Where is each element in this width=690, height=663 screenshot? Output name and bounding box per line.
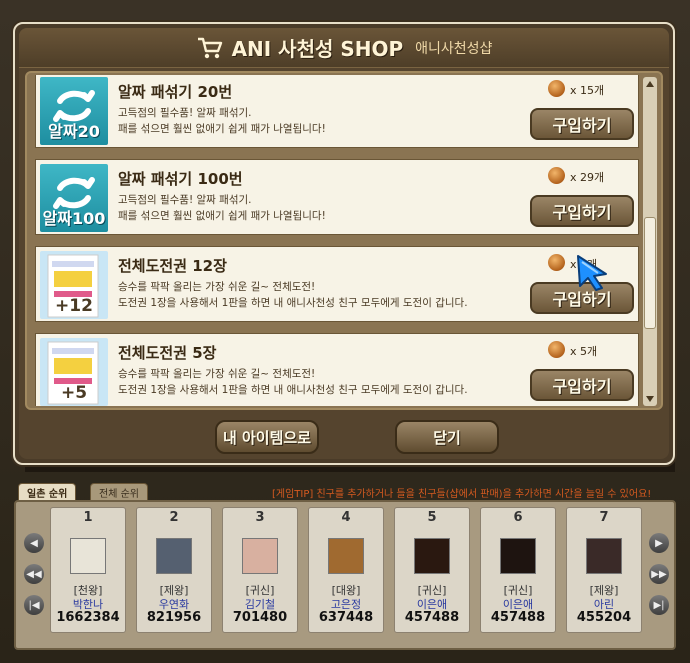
shop-item: +12 전체도전권 12장 승수를 팍팍 올리는 가장 쉬운 길~ 전체도전! … xyxy=(35,246,639,322)
coin-icon xyxy=(548,80,565,97)
item-name: 알짜 패섞기 100번 xyxy=(118,170,243,188)
item-thumbnail-label: +5 xyxy=(60,383,88,403)
pointer-cursor-icon xyxy=(577,255,607,291)
item-thumbnail-label: 알짜20 xyxy=(48,122,100,141)
avatar xyxy=(70,538,106,574)
rank-score: 457488 xyxy=(404,610,460,625)
item-description-line: 승수를 팍팍 올리는 가장 쉬운 길~ 전체도전! xyxy=(118,281,316,293)
rank-number: 7 xyxy=(599,510,609,525)
shop-item: 알짜20 알짜 패섞기 20번 고득점의 필수품! 알짜 패섞기. 패를 섞으면… xyxy=(35,75,639,148)
ranking-card[interactable]: 4 [대왕] 고은정 637448 xyxy=(308,507,384,633)
ranking-card[interactable]: 7 [제왕] 아린 455204 xyxy=(566,507,642,633)
scroll-thumb[interactable] xyxy=(644,217,656,329)
coin-icon xyxy=(548,254,565,271)
item-thumbnail-label: +12 xyxy=(55,296,93,316)
shop-title: ANI 사천성 SHOP xyxy=(231,37,404,61)
item-price: x 15개 xyxy=(570,84,605,97)
ranking-card[interactable]: 1 [천왕] 박한나 1662384 xyxy=(50,507,126,633)
shop-scrollbar[interactable] xyxy=(643,77,657,406)
item-name: 전체도전권 5장 xyxy=(118,344,217,362)
scroll-down-arrow-icon[interactable] xyxy=(646,396,654,402)
cart-icon xyxy=(197,37,222,58)
rank-score: 1662384 xyxy=(56,610,120,625)
my-items-button[interactable]: 내 아이템으로 xyxy=(215,420,319,454)
item-description-line: 도전권 1장을 사용해서 1판을 하면 내 애니사천성 친구 모두에게 도전이 … xyxy=(118,384,468,396)
rank-number: 5 xyxy=(427,510,437,525)
scroll-up-arrow-icon[interactable] xyxy=(646,81,654,87)
item-thumbnail: +5 xyxy=(40,338,108,406)
item-description: 승수를 팍팍 올리는 가장 쉬운 길~ 전체도전! 도전권 1장을 사용해서 1… xyxy=(118,279,468,311)
rewind-arrow-icon[interactable]: ◀◀ xyxy=(24,564,44,584)
shop-title-bar: ANI 사천성 SHOP 애니사천성샵 xyxy=(19,28,669,68)
first-page-icon[interactable]: |◀ xyxy=(24,595,44,615)
buy-button[interactable]: 구입하기 xyxy=(530,195,634,227)
rank-number: 6 xyxy=(513,510,523,525)
shop-item: +5 전체도전권 5장 승수를 팍팍 올리는 가장 쉬운 길~ 전체도전! 도전… xyxy=(35,333,639,406)
buy-button[interactable]: 구입하기 xyxy=(530,369,634,401)
item-name: 알짜 패섞기 20번 xyxy=(118,83,233,101)
shop-subtitle: 애니사천성샵 xyxy=(415,40,493,57)
prev-arrow-icon[interactable]: ◀ xyxy=(24,533,44,553)
avatar xyxy=(156,538,192,574)
tab-all-ranking[interactable]: 전체 순위 xyxy=(90,483,148,501)
item-price: x 29개 xyxy=(570,171,605,184)
item-thumbnail: +12 xyxy=(40,251,108,319)
item-name: 전체도전권 12장 xyxy=(118,257,227,275)
item-description-line: 승수를 팍팍 올리는 가장 쉬운 길~ 전체도전! xyxy=(118,368,316,380)
ranking-card[interactable]: 3 [귀신] 김기철 701480 xyxy=(222,507,298,633)
coin-icon xyxy=(548,167,565,184)
avatar xyxy=(414,538,450,574)
item-description: 고득점의 필수품! 알짜 패섞기. 패를 섞으면 훨씬 없애기 쉽게 패가 나열… xyxy=(118,105,326,137)
avatar xyxy=(328,538,364,574)
rank-score: 455204 xyxy=(576,610,632,625)
rank-number: 2 xyxy=(169,510,179,525)
rank-number: 3 xyxy=(255,510,265,525)
rank-score: 637448 xyxy=(318,610,374,625)
item-description-line: 패를 섞으면 훨씬 없애기 쉽게 패가 나열됩니다! xyxy=(118,210,326,222)
shop-item-list: 알짜20 알짜 패섞기 20번 고득점의 필수품! 알짜 패섞기. 패를 섞으면… xyxy=(35,75,639,406)
item-description-line: 도전권 1장을 사용해서 1판을 하면 내 애니사천성 친구 모두에게 도전이 … xyxy=(118,297,468,309)
ranking-card[interactable]: 2 [제왕] 우연화 821956 xyxy=(136,507,212,633)
rank-number: 4 xyxy=(341,510,351,525)
fast-forward-arrow-icon[interactable]: ▶▶ xyxy=(649,564,669,584)
game-tip-text: [게임TIP] 친구를 추가하거나 들을 친구들(샵에서 판매)을 추가하면 시… xyxy=(272,489,652,500)
item-description: 승수를 팍팍 올리는 가장 쉬운 길~ 전체도전! 도전권 1장을 사용해서 1… xyxy=(118,366,468,398)
buy-button[interactable]: 구입하기 xyxy=(530,108,634,140)
rank-number: 1 xyxy=(83,510,93,525)
rank-score: 821956 xyxy=(146,610,202,625)
ranking-card[interactable]: 5 [귀신] 이은애 457488 xyxy=(394,507,470,633)
rank-score: 457488 xyxy=(490,610,546,625)
rank-score: 701480 xyxy=(232,610,288,625)
next-arrow-icon[interactable]: ▶ xyxy=(649,533,669,553)
last-page-icon[interactable]: ▶| xyxy=(649,595,669,615)
item-description-line: 고득점의 필수품! 알짜 패섞기. xyxy=(118,107,252,119)
avatar xyxy=(242,538,278,574)
tab-daily-ranking[interactable]: 일촌 순위 xyxy=(18,483,77,501)
avatar xyxy=(500,538,536,574)
close-button[interactable]: 닫기 xyxy=(395,420,499,454)
coin-icon xyxy=(548,341,565,358)
item-thumbnail-label: 알짜100 xyxy=(42,209,106,228)
shop-item: 알짜100 알짜 패섞기 100번 고득점의 필수품! 알짜 패섞기. 패를 섞… xyxy=(35,159,639,235)
item-price: x 5개 xyxy=(570,345,598,358)
item-thumbnail: 알짜20 xyxy=(40,77,108,145)
item-description-line: 패를 섞으면 훨씬 없애기 쉽게 패가 나열됩니다! xyxy=(118,123,326,135)
ranking-card[interactable]: 6 [귀신] 이은애 457488 xyxy=(480,507,556,633)
shop-item-list-frame: 알짜20 알짜 패섞기 20번 고득점의 필수품! 알짜 패섞기. 패를 섞으면… xyxy=(25,71,663,410)
item-description-line: 고득점의 필수품! 알짜 패섞기. xyxy=(118,194,252,206)
avatar xyxy=(586,538,622,574)
item-thumbnail: 알짜100 xyxy=(40,164,108,232)
item-description: 고득점의 필수품! 알짜 패섞기. 패를 섞으면 훨씬 없애기 쉽게 패가 나열… xyxy=(118,192,326,224)
